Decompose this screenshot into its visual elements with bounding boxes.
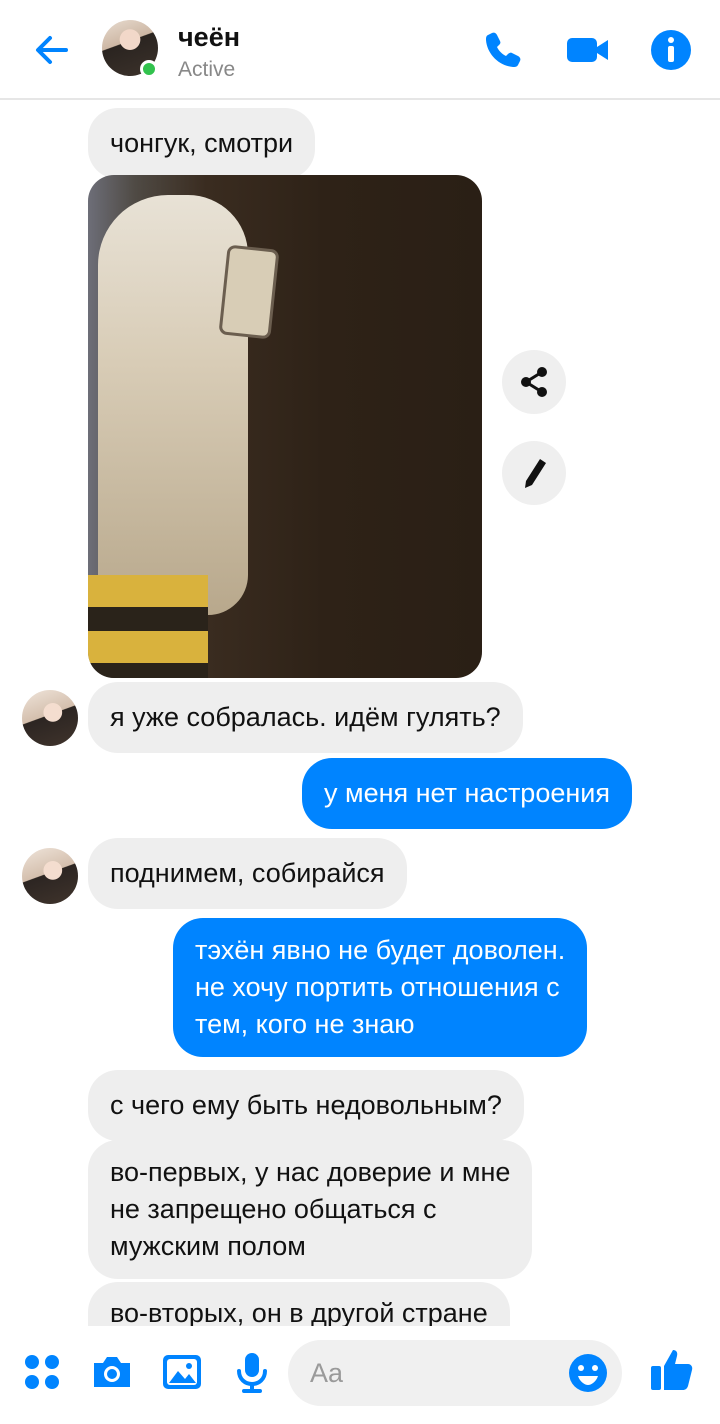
message-bubble-incoming[interactable]: во-первых, у нас доверие и мне не запрещ…: [88, 1140, 533, 1279]
message-input[interactable]: [288, 1340, 558, 1406]
menu-dots-icon[interactable]: [20, 1350, 64, 1394]
photo-content-shirt: [88, 575, 208, 678]
sender-avatar[interactable]: [22, 848, 78, 904]
message-image-selfie[interactable]: [88, 175, 482, 678]
phone-icon[interactable]: [481, 28, 525, 72]
info-icon[interactable]: [649, 28, 693, 72]
message-line: тем, кого не знаю: [195, 1009, 415, 1039]
message-bubble-outgoing[interactable]: тэхён явно не будет доволен. не хочу пор…: [173, 918, 588, 1057]
share-icon: [521, 367, 547, 397]
message-line: не хочу портить отношения с: [195, 972, 560, 1002]
contact-status: Active: [178, 58, 236, 81]
message-bubble-incoming[interactable]: поднимем, собирайся: [88, 838, 407, 909]
message-input-wrapper: [288, 1340, 622, 1406]
edit-button[interactable]: [502, 441, 566, 505]
pencil-icon: [525, 459, 546, 488]
gallery-icon[interactable]: [160, 1350, 204, 1394]
video-camera-icon[interactable]: [566, 28, 610, 72]
message-line: мужским полом: [110, 1231, 306, 1261]
microphone-icon[interactable]: [230, 1350, 274, 1394]
active-status-dot: [140, 60, 158, 78]
message-bubble-incoming[interactable]: чонгук, смотри: [88, 108, 316, 179]
message-bubble-incoming[interactable]: во-вторых, он в другой стране: [88, 1282, 510, 1326]
message-bubble-incoming[interactable]: с чего ему быть недовольным?: [88, 1070, 524, 1141]
message-line: во-первых, у нас доверие и мне: [110, 1157, 511, 1187]
thumbs-up-icon[interactable]: [648, 1346, 696, 1394]
back-arrow-icon[interactable]: [30, 28, 74, 72]
emoji-icon[interactable]: [566, 1351, 610, 1395]
message-line: тэхён явно не будет доволен.: [195, 935, 566, 965]
composer-bar: [0, 1326, 720, 1424]
camera-icon[interactable]: [90, 1350, 134, 1394]
photo-content-phone: [218, 244, 280, 340]
contact-name[interactable]: чеён: [178, 22, 240, 53]
chat-header: чеён Active: [0, 0, 720, 100]
sender-avatar[interactable]: [22, 690, 78, 746]
share-button[interactable]: [502, 350, 566, 414]
message-bubble-incoming[interactable]: я уже собралась. идём гулять?: [88, 682, 523, 753]
message-line: не запрещено общаться с: [110, 1194, 437, 1224]
message-bubble-outgoing[interactable]: у меня нет настроения: [302, 758, 632, 829]
